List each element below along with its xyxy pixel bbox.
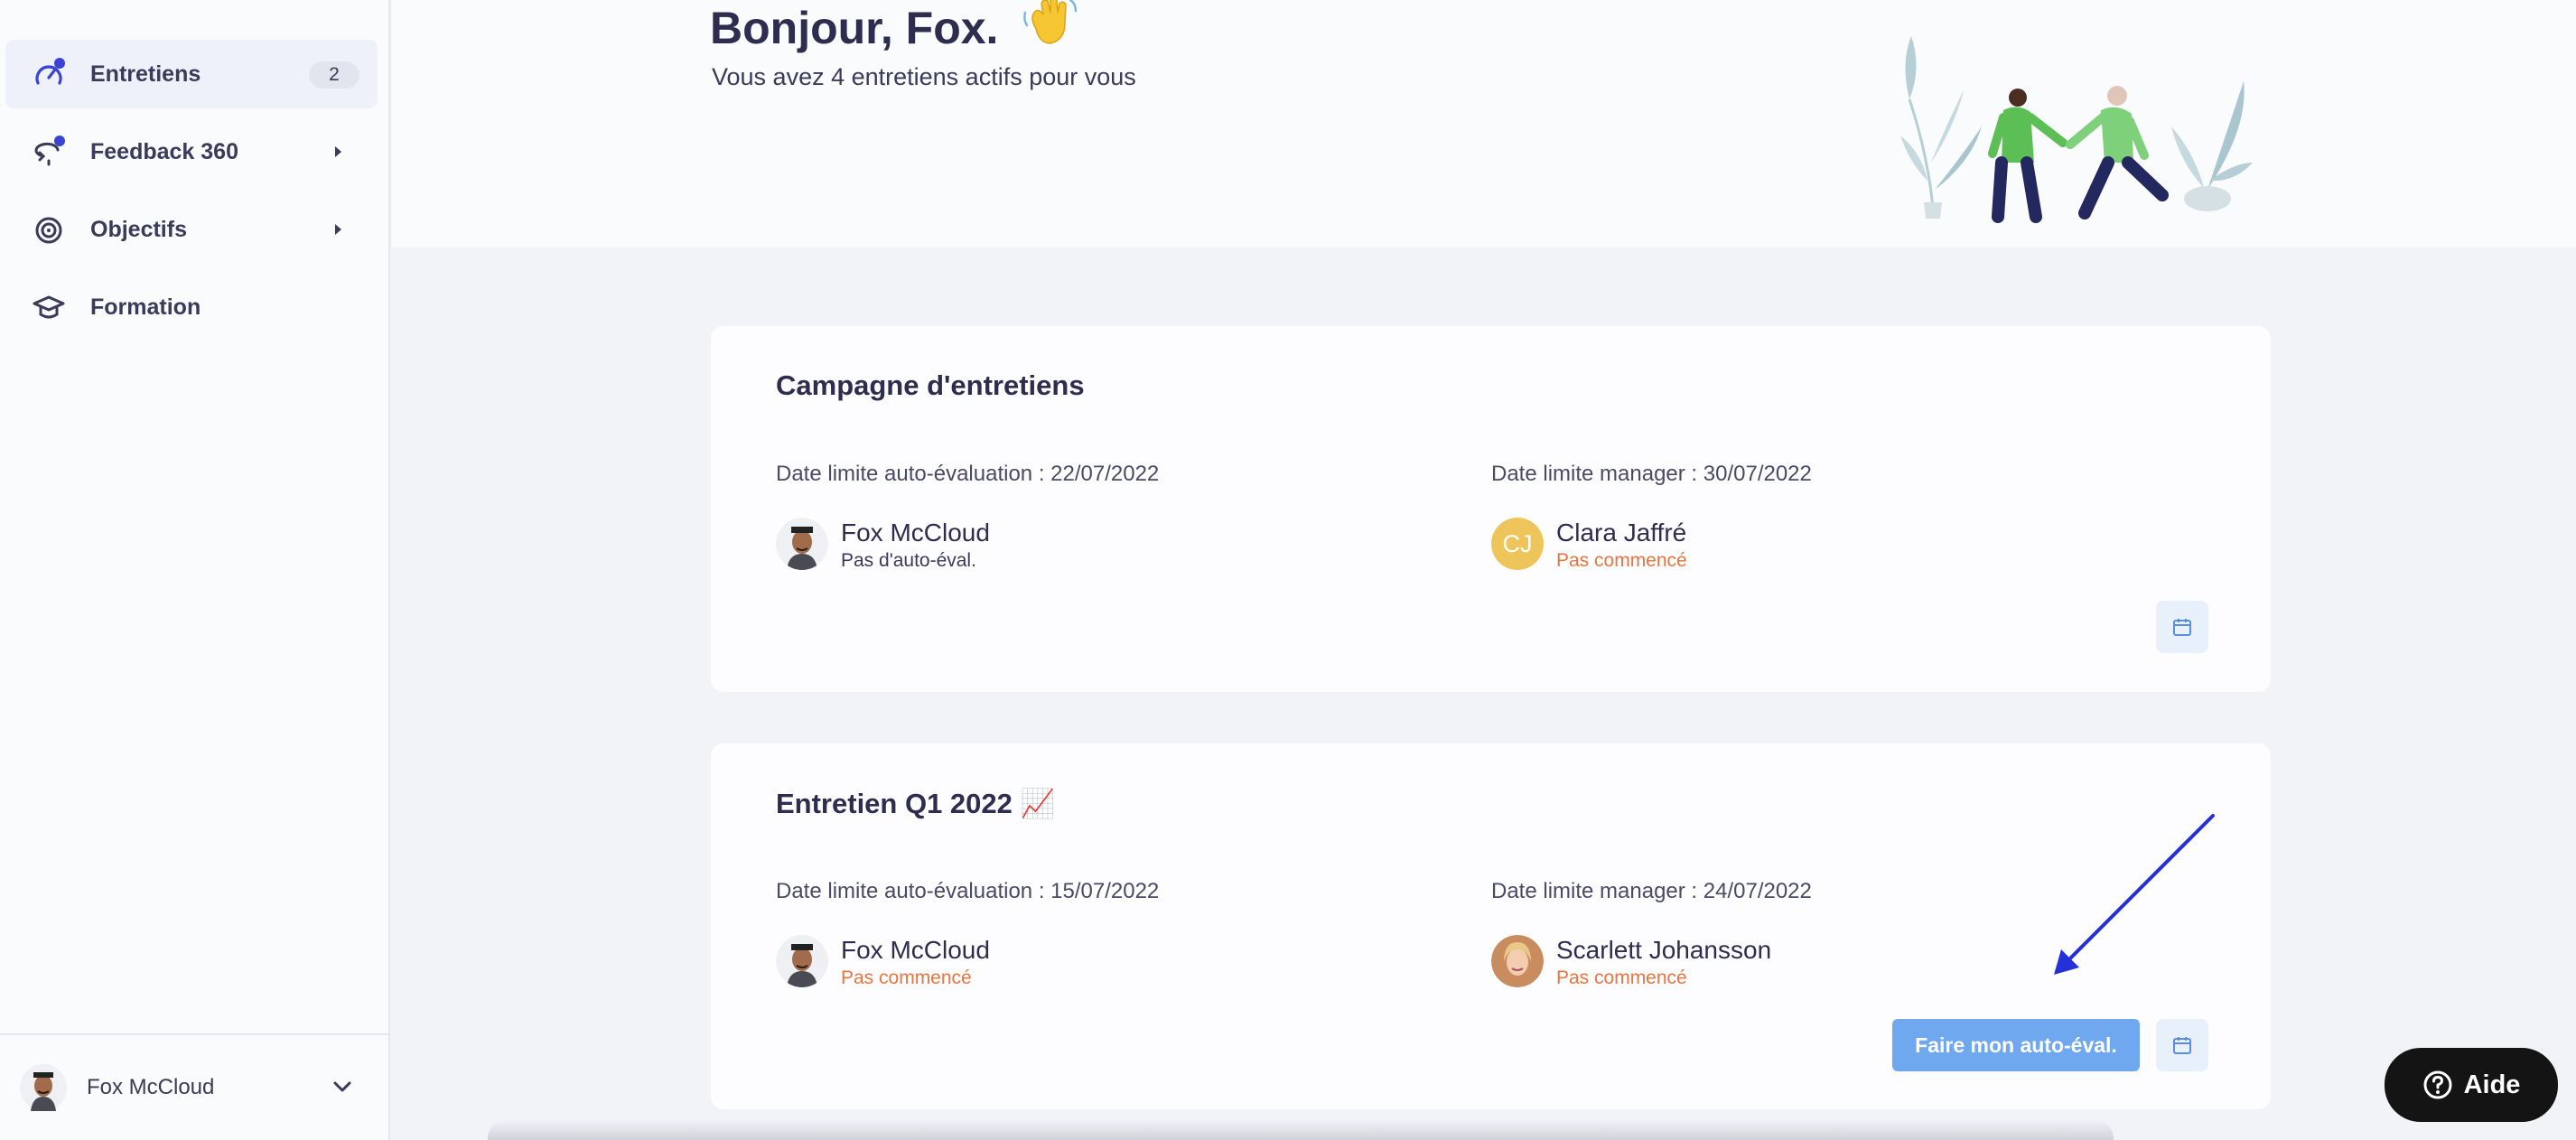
employee-name: Fox McCloud — [841, 519, 990, 547]
employee-info: Fox McCloud Pas d'auto-éval. — [776, 518, 990, 574]
manager-info: CJ Clara Jaffré Pas commencé — [1491, 518, 1687, 574]
manager-info: Scarlett Johansson Pas commencé — [1491, 935, 1771, 991]
user-name: Fox McCloud — [87, 1075, 215, 1099]
calendar-icon — [2173, 1037, 2191, 1054]
walking-people-illustration — [1900, 36, 2253, 223]
avatar — [776, 518, 828, 570]
calendar-button[interactable] — [2156, 1019, 2208, 1071]
sidebar-item-entretiens[interactable]: Entretiens 2 — [5, 40, 378, 108]
self-evaluation-deadline: Date limite auto-évaluation : 22/07/2022 — [776, 462, 1160, 486]
caret-right-icon[interactable] — [335, 224, 341, 235]
gauge-icon — [31, 56, 67, 92]
sidebar-item-label: Feedback 360 — [90, 138, 238, 164]
manager-name: Scarlett Johansson — [1556, 936, 1772, 964]
sidebar: Entretiens 2 Feedback 360 Objectifs Form… — [0, 0, 390, 1140]
greeting-text: Bonjour, Fox. — [710, 3, 999, 53]
page-title: Bonjour, Fox. — [710, 0, 1079, 54]
sidebar-item-formation[interactable]: Formation — [5, 273, 378, 341]
manager-name: Clara Jaffré — [1556, 519, 1687, 547]
page-subtitle: Vous avez 4 entretiens actifs pour vous — [712, 63, 1136, 90]
self-evaluation-deadline: Date limite auto-évaluation : 15/07/2022 — [776, 879, 1160, 903]
avatar: CJ — [1491, 518, 1544, 570]
help-button[interactable]: Aide — [2385, 1048, 2558, 1122]
manager-deadline: Date limite manager : 24/07/2022 — [1491, 879, 1812, 903]
interview-card: Campagne d'entretiens Date limite auto-é… — [711, 326, 2271, 692]
caret-right-icon[interactable] — [335, 146, 341, 157]
page-header: Bonjour, Fox. Vous avez 4 entretiens act… — [392, 0, 2576, 248]
employee-name: Fox McCloud — [841, 936, 990, 964]
card-title: Entretien Q1 2022 📈 — [776, 788, 1056, 819]
chevron-down-icon[interactable] — [331, 1075, 354, 1098]
sidebar-item-label: Formation — [90, 294, 201, 320]
sidebar-item-feedback-360[interactable]: Feedback 360 — [5, 117, 378, 186]
count-badge: 2 — [309, 61, 359, 89]
sidebar-item-label: Objectifs — [90, 216, 187, 242]
manager-status: Pas commencé — [1556, 550, 1687, 571]
card-title: Campagne d'entretiens — [776, 369, 1085, 401]
help-label: Aide — [2463, 1070, 2521, 1099]
waving-hand-icon — [1020, 0, 1079, 52]
sidebar-item-objectifs[interactable]: Objectifs — [5, 195, 378, 264]
notification-dot — [54, 135, 65, 146]
target-icon — [31, 211, 67, 248]
question-mark-icon — [2423, 1070, 2452, 1099]
notification-dot — [54, 58, 65, 69]
employee-info: Fox McCloud Pas commencé — [776, 935, 990, 991]
start-self-evaluation-button[interactable]: Faire mon auto-éval. — [1892, 1019, 2140, 1071]
avatar — [1491, 935, 1544, 987]
avatar — [20, 1064, 67, 1111]
sidebar-item-label: Entretiens — [90, 61, 201, 87]
calendar-button[interactable] — [2156, 601, 2208, 653]
graduation-cap-icon — [31, 289, 67, 325]
manager-deadline: Date limite manager : 30/07/2022 — [1491, 462, 1812, 486]
avatar — [776, 935, 828, 987]
employee-status: Pas commencé — [841, 967, 972, 988]
user-menu[interactable]: Fox McCloud — [0, 1033, 388, 1140]
annotation-arrow — [2054, 814, 2215, 975]
calendar-icon — [2173, 619, 2191, 636]
interview-card: Entretien Q1 2022 📈 Date limite auto-éva… — [711, 743, 2271, 1109]
manager-status: Pas commencé — [1556, 967, 1687, 988]
bottom-shadow — [488, 1120, 2114, 1140]
feedback-icon — [31, 134, 67, 170]
employee-status: Pas d'auto-éval. — [841, 550, 976, 571]
